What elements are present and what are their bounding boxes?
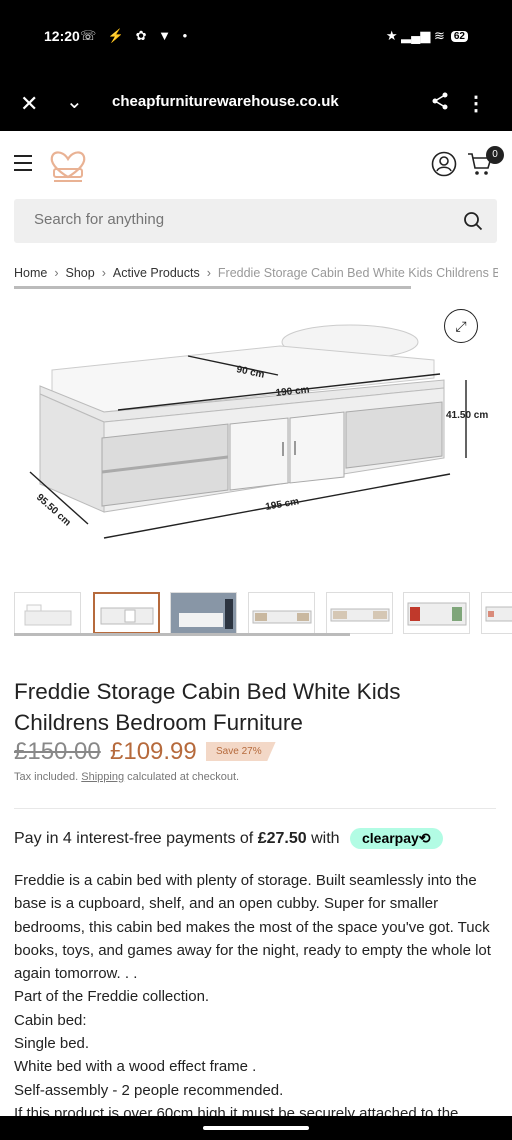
- installment-amount: £27.50: [257, 830, 307, 847]
- browser-toolbar: ✕ ⌄ cheapfurniturewarehouse.co.uk ⋮: [0, 75, 512, 131]
- product-title: Freddie Storage Cabin Bed White Kids Chi…: [14, 679, 401, 735]
- system-icons: ★ ▂▄▆ ≋ 62: [386, 28, 468, 44]
- thumbnail-6[interactable]: [403, 592, 470, 634]
- description-line: Cabin bed:: [14, 1011, 87, 1029]
- price-original: £150.00: [14, 738, 101, 765]
- thumbnail-scrollbar[interactable]: [14, 633, 350, 636]
- price-sale: £109.99: [110, 738, 197, 765]
- description-line: Part of the Freddie collection.: [14, 988, 210, 1006]
- site-header: 0: [0, 131, 512, 197]
- product-description: Freddie is a cabin bed with plenty of st…: [14, 869, 498, 1125]
- dimension-width-label: 95.50 cm: [34, 492, 73, 529]
- installments-prefix: Pay in 4 interest-free payments of: [14, 830, 254, 847]
- dimension-height-label: 41.50 cm: [446, 410, 488, 421]
- breadcrumb-home[interactable]: Home: [14, 266, 47, 280]
- signal-wifi-icons: ★ ▂▄▆ ≋: [385, 28, 445, 43]
- thumbnail-2[interactable]: [93, 592, 160, 634]
- thumbnail-5[interactable]: [326, 592, 393, 634]
- clock: 12:20: [44, 28, 80, 44]
- dimension-length-label: 195 cm: [265, 496, 300, 513]
- thumbnail-strip: [14, 592, 512, 636]
- installments-info: Pay in 4 interest-free payments of £27.5…: [14, 828, 443, 849]
- home-gesture-handle[interactable]: [203, 1126, 309, 1130]
- price-row: £150.00 £109.99 Save 27%: [14, 738, 494, 768]
- tax-prefix: Tax included.: [14, 771, 79, 783]
- account-icon[interactable]: [431, 151, 457, 182]
- zoom-expand-icon[interactable]: ⤢: [444, 309, 478, 343]
- save-badge: Save 27%: [206, 742, 276, 761]
- breadcrumb: Home › Shop › Active Products › Freddie Storag…: [14, 266, 498, 280]
- url-text[interactable]: cheapfurniturewarehouse.co.uk: [112, 93, 339, 110]
- thumbnail-3[interactable]: [170, 592, 237, 634]
- breadcrumb-shop[interactable]: Shop: [66, 266, 95, 280]
- description-line: Single bed.: [14, 1035, 90, 1053]
- cart-count-badge: 0: [486, 146, 504, 164]
- divider: [14, 808, 496, 809]
- kebab-menu-icon[interactable]: ⋮: [466, 91, 486, 116]
- installments-suffix: with: [311, 830, 340, 847]
- hamburger-menu-icon[interactable]: [14, 155, 32, 176]
- breadcrumb-scrollbar[interactable]: [14, 286, 411, 289]
- battery-icon: 62: [450, 30, 468, 42]
- status-bar: 12:20 ☏ ⚡ ✿ ▼ • ★ ▂▄▆ ≋ 62: [0, 0, 512, 75]
- tax-note: Tax included. Shipping calculated at che…: [14, 771, 239, 783]
- product-main-image[interactable]: 90 cm 190 cm 41.50 cm 95.50 cm 195 cm: [0, 300, 512, 570]
- search-input[interactable]: [32, 210, 436, 229]
- chevron-right-icon: ›: [54, 266, 59, 280]
- close-icon[interactable]: ✕: [20, 91, 38, 117]
- chevron-down-icon[interactable]: ⌄: [66, 89, 83, 114]
- breadcrumb-active-products[interactable]: Active Products: [113, 266, 200, 280]
- thumbnail-7[interactable]: [481, 592, 512, 634]
- thumbnail-4[interactable]: [248, 592, 315, 634]
- description-line: White bed with a wood effect frame .: [14, 1058, 257, 1076]
- shipping-link[interactable]: Shipping: [81, 771, 124, 783]
- thumbnail-1[interactable]: [14, 592, 81, 634]
- search-bar: [14, 199, 497, 243]
- search-icon[interactable]: [463, 211, 483, 236]
- description-line: Self-assembly - 2 people recommended.: [14, 1081, 284, 1099]
- chevron-right-icon: ›: [101, 266, 106, 280]
- breadcrumb-current: Freddie Storage Cabin Bed White Kids Chi…: [217, 266, 498, 280]
- clearpay-badge[interactable]: clearpay⟲: [349, 828, 443, 849]
- notification-icons: ☏ ⚡ ✿ ▼ •: [80, 28, 192, 43]
- chevron-right-icon: ›: [206, 266, 211, 280]
- share-icon[interactable]: [430, 91, 450, 116]
- tax-suffix: calculated at checkout.: [127, 771, 240, 783]
- site-logo[interactable]: [46, 143, 90, 190]
- system-nav-bar: [0, 1116, 512, 1140]
- description-paragraph: Freddie is a cabin bed with plenty of st…: [14, 872, 491, 983]
